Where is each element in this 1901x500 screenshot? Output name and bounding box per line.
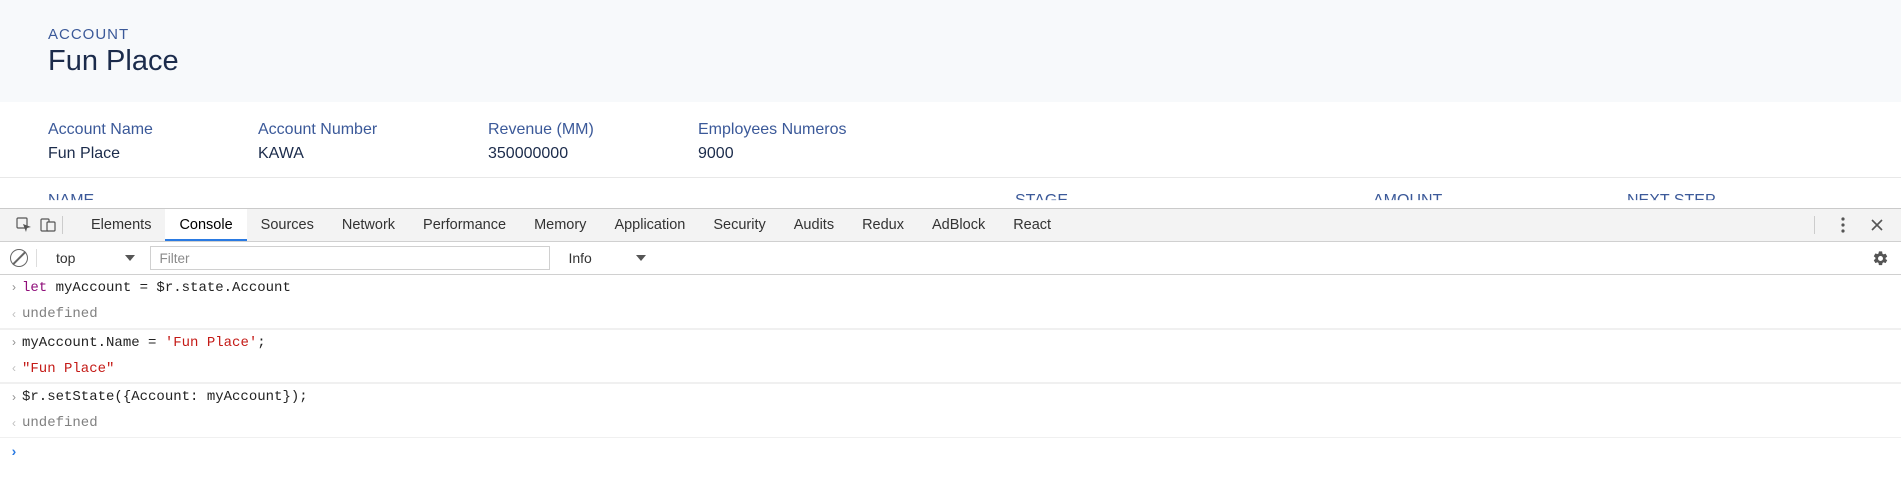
devtools-right-controls	[1808, 213, 1893, 237]
console-log-area[interactable]: ›let myAccount = $r.state.Account‹undefi…	[0, 275, 1901, 464]
chevron-left-icon: ‹	[6, 360, 22, 377]
kebab-menu-icon[interactable]	[1831, 213, 1855, 237]
log-level-select[interactable]: Info	[558, 245, 651, 271]
field-label: Revenue (MM)	[488, 121, 638, 139]
inspect-element-icon[interactable]	[12, 213, 36, 237]
devtools-tab-audits[interactable]: Audits	[780, 209, 848, 241]
field-label: Employees Numeros	[698, 121, 847, 139]
devtools-tab-adblock[interactable]: AdBlock	[918, 209, 999, 241]
record-type-label: ACCOUNT	[48, 26, 1853, 43]
chevron-right-icon: ›	[6, 441, 22, 461]
cutoff-col-nextstep: NEXT STEP	[1627, 192, 1716, 210]
field-account-number: Account Number KAWA	[258, 121, 418, 163]
console-line-text: undefined	[22, 413, 98, 433]
device-toolbar-icon[interactable]	[36, 213, 60, 237]
chevron-left-icon: ‹	[6, 415, 22, 432]
field-employees: Employees Numeros 9000	[698, 121, 847, 163]
console-line-text: undefined	[22, 304, 98, 324]
chevron-down-icon	[636, 255, 646, 261]
cutoff-col-amount: AMOUNT	[1373, 192, 1442, 210]
console-input-line: ›myAccount.Name = 'Fun Place';	[0, 329, 1901, 356]
separator	[1814, 216, 1815, 234]
field-value: KAWA	[258, 145, 418, 163]
record-header: ACCOUNT Fun Place	[0, 0, 1901, 103]
field-value: 9000	[698, 145, 847, 163]
devtools-tab-elements[interactable]: Elements	[77, 209, 165, 241]
record-name: Fun Place	[48, 45, 1853, 78]
console-line-text: "Fun Place"	[22, 359, 114, 379]
chevron-right-icon: ›	[6, 279, 22, 296]
devtools-tab-security[interactable]: Security	[699, 209, 779, 241]
chevron-left-icon: ‹	[6, 306, 22, 323]
field-account-name: Account Name Fun Place	[48, 121, 208, 163]
devtools-tab-performance[interactable]: Performance	[409, 209, 520, 241]
devtools-tab-network[interactable]: Network	[328, 209, 409, 241]
chevron-right-icon: ›	[6, 334, 22, 351]
devtools-tabbar: ElementsConsoleSourcesNetworkPerformance…	[0, 209, 1901, 242]
field-value: 350000000	[488, 145, 638, 163]
console-line-text: $r.setState({Account: myAccount});	[22, 387, 308, 407]
devtools-tab-console[interactable]: Console	[165, 209, 246, 241]
clear-console-icon[interactable]	[10, 249, 28, 267]
filter-input[interactable]	[150, 246, 550, 270]
console-input-line: ›$r.setState({Account: myAccount});	[0, 383, 1901, 410]
chevron-down-icon	[125, 255, 135, 261]
console-prompt[interactable]: ›	[0, 438, 1901, 464]
cutoff-col-stage: STAGE	[1015, 192, 1068, 210]
console-output-line: ‹undefined	[0, 301, 1901, 328]
execution-context-select[interactable]: top	[45, 245, 142, 271]
related-list-header-cutoff: NAME STAGE AMOUNT NEXT STEP	[0, 178, 1901, 208]
separator	[62, 216, 63, 234]
console-settings-icon[interactable]	[1869, 247, 1891, 269]
console-input-line: ›let myAccount = $r.state.Account	[0, 275, 1901, 301]
devtools-tab-memory[interactable]: Memory	[520, 209, 600, 241]
console-line-text: let myAccount = $r.state.Account	[22, 278, 291, 298]
close-icon[interactable]	[1865, 213, 1889, 237]
cutoff-col-name: NAME	[48, 192, 94, 210]
devtools-tab-sources[interactable]: Sources	[247, 209, 328, 241]
field-label: Account Name	[48, 121, 208, 139]
context-value: top	[56, 250, 75, 266]
devtools-tab-application[interactable]: Application	[600, 209, 699, 241]
field-value: Fun Place	[48, 145, 208, 163]
separator	[36, 249, 37, 267]
console-filterbar: top Info	[0, 242, 1901, 275]
devtools-panel: ElementsConsoleSourcesNetworkPerformance…	[0, 208, 1901, 464]
record-fields-row: Account Name Fun Place Account Number KA…	[0, 103, 1901, 178]
field-label: Account Number	[258, 121, 418, 139]
console-line-text: myAccount.Name = 'Fun Place';	[22, 333, 266, 353]
devtools-tab-redux[interactable]: Redux	[848, 209, 918, 241]
console-output-line: ‹"Fun Place"	[0, 356, 1901, 383]
chevron-right-icon: ›	[6, 389, 22, 406]
field-revenue: Revenue (MM) 350000000	[488, 121, 638, 163]
devtools-tab-react[interactable]: React	[999, 209, 1065, 241]
log-level-value: Info	[568, 250, 591, 266]
console-output-line: ‹undefined	[0, 410, 1901, 437]
devtools-tabs: ElementsConsoleSourcesNetworkPerformance…	[77, 209, 1808, 241]
